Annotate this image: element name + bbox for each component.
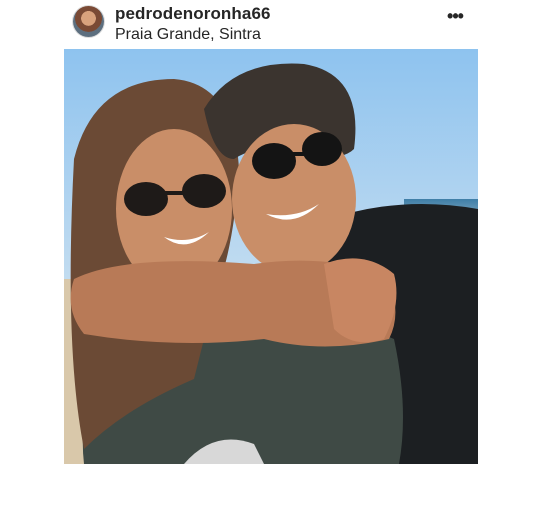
post-header: pedrodenoronha66 Praia Grande, Sintra ••… bbox=[0, 0, 546, 48]
more-horizontal-icon[interactable]: ••• bbox=[444, 6, 466, 26]
post-photo[interactable] bbox=[64, 49, 478, 464]
photo-illustration bbox=[64, 49, 478, 464]
avatar[interactable] bbox=[73, 6, 104, 37]
location[interactable]: Praia Grande, Sintra bbox=[115, 26, 261, 44]
username[interactable]: pedrodenoronha66 bbox=[115, 4, 271, 24]
